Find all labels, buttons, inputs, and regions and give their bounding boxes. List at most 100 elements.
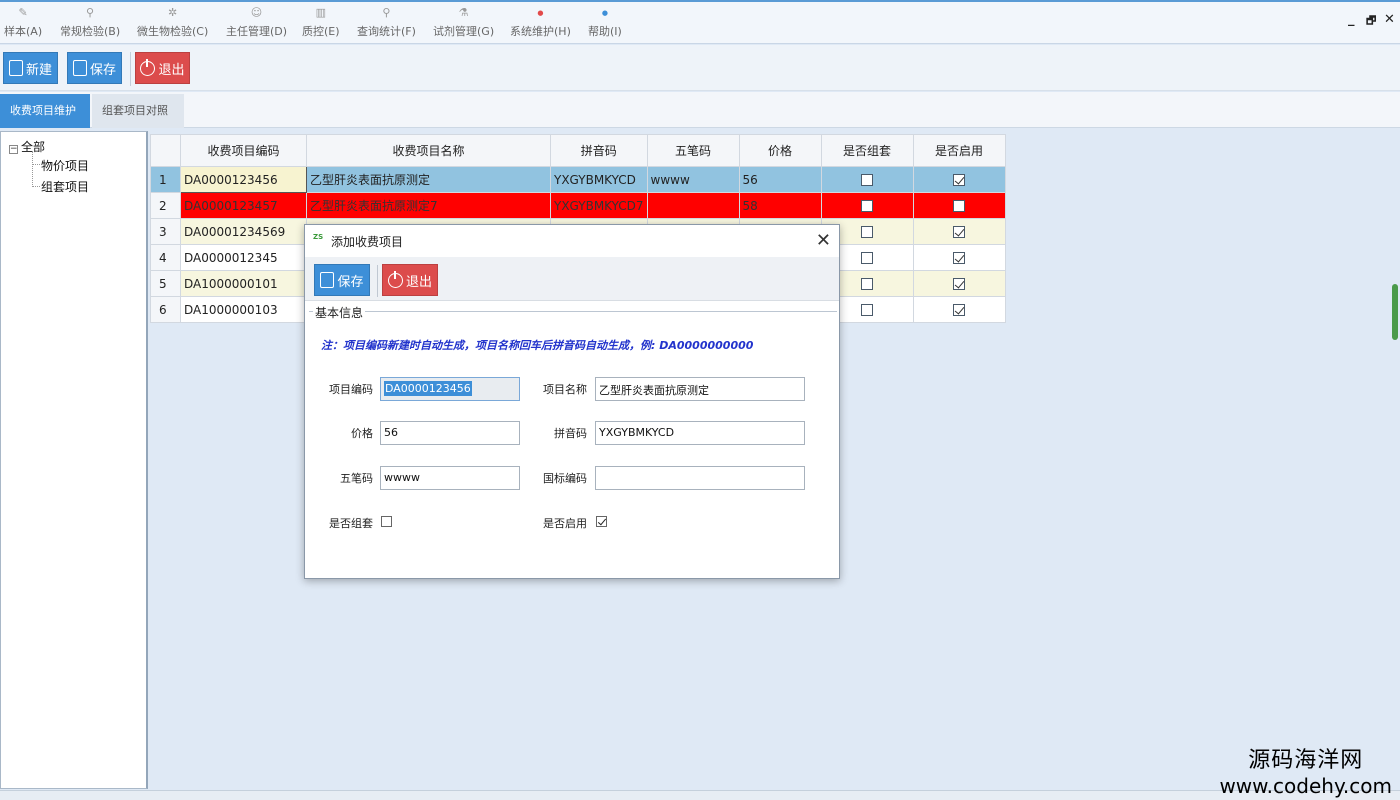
combo-checkbox[interactable] — [861, 278, 874, 290]
column-header[interactable]: 是否组套 — [820, 134, 914, 167]
dialog-exit-label: 退出 — [405, 274, 432, 290]
combo-cell — [820, 166, 914, 193]
tree-item-combo-items[interactable]: 组套项目 — [41, 178, 89, 195]
tree-connector — [32, 164, 40, 165]
combo-checkbox[interactable] — [861, 226, 874, 238]
dialog-exit-button[interactable]: 退出 — [382, 264, 438, 296]
watermark-line2: www.codehy.com — [1219, 774, 1392, 798]
code-cell[interactable]: DA1000000101 — [180, 270, 307, 297]
price-cell[interactable]: 56 — [738, 166, 822, 193]
pinyin-cell[interactable]: YXGYBMKYCD — [550, 166, 648, 193]
category-tree: − 全部 物价项目 组套项目 — [0, 131, 148, 789]
tree-connector — [32, 186, 40, 187]
add-charge-item-dialog: ZS 添加收费项目 ✕ 保存 退出 基本信息 注：项目编码新建时自动生成，项目名… — [304, 224, 840, 579]
code-cell[interactable]: DA00001234569 — [180, 218, 307, 245]
column-header[interactable]: 收费项目名称 — [306, 134, 551, 167]
menu-item-6[interactable]: ⚗ 试剂管理(G) — [433, 6, 494, 40]
tree-item-price-items[interactable]: 物价项目 — [41, 157, 89, 174]
collapse-icon[interactable]: − — [9, 145, 18, 154]
wubi-label: 五笔码 — [340, 472, 373, 485]
menu-item-4[interactable]: ▥ 质控(E) — [302, 6, 340, 40]
tab-combo-item-mapping[interactable]: 组套项目对照 — [92, 94, 184, 128]
enabled-checkbox[interactable] — [953, 200, 966, 212]
menu-item-1[interactable]: ⚲ 常规检验(B) — [60, 6, 120, 40]
group-title: 基本信息 — [313, 304, 366, 321]
price-cell[interactable]: 58 — [738, 192, 822, 219]
combo-checkbox[interactable] — [381, 516, 392, 527]
table-row[interactable]: 1 DA0000123456 乙型肝炎表面抗原测定 YXGYBMKYCD wwww 56 — [150, 166, 1006, 193]
menu-item-label: 质控(E) — [302, 25, 340, 38]
menu-item-8[interactable]: ● 帮助(I) — [588, 6, 622, 40]
code-cell[interactable]: DA1000000103 — [180, 296, 307, 323]
enabled-checkbox[interactable] — [953, 226, 966, 238]
name-field[interactable]: 乙型肝炎表面抗原测定 — [595, 377, 805, 401]
column-header[interactable]: 收费项目编码 — [180, 134, 307, 167]
tab-charge-item-maintenance[interactable]: 收费项目维护 — [0, 94, 90, 128]
enabled-cell — [912, 296, 1006, 323]
price-field[interactable]: 56 — [380, 421, 520, 445]
column-header[interactable]: 拼音码 — [550, 134, 648, 167]
scrollbar-thumb[interactable] — [1392, 284, 1398, 340]
name-cell[interactable]: 乙型肝炎表面抗原测定 — [306, 166, 551, 193]
combo-label: 是否组套 — [329, 517, 373, 530]
name-label: 项目名称 — [543, 383, 587, 396]
row-number: 1 — [150, 166, 181, 193]
tab-bar: 收费项目维护 组套项目对照 — [0, 92, 1400, 128]
app-logo-icon: ZS — [313, 233, 324, 241]
table-row[interactable]: 2 DA0000123457 乙型肝炎表面抗原测定7 YXGYBMKYCD7 58 — [150, 192, 1006, 219]
dialog-title: 添加收费项目 — [331, 235, 404, 249]
menu-item-label: 样本(A) — [4, 25, 43, 38]
enabled-checkbox[interactable] — [953, 304, 966, 316]
close-icon[interactable]: ✕ — [1384, 12, 1395, 27]
menu-item-5[interactable]: ⚲ 查询统计(F) — [357, 6, 416, 40]
minimize-icon[interactable]: _ — [1348, 12, 1355, 27]
enabled-checkbox[interactable] — [953, 174, 966, 186]
code-cell[interactable]: DA0000012345 — [180, 244, 307, 271]
save-button[interactable]: 保存 — [67, 52, 122, 84]
code-cell[interactable]: DA0000123456 — [180, 166, 307, 193]
enabled-checkbox[interactable] — [953, 278, 966, 290]
gb-code-label: 国标编码 — [543, 472, 587, 485]
exit-button[interactable]: 退出 — [135, 52, 190, 84]
price-label: 价格 — [351, 427, 373, 440]
row-number: 4 — [150, 244, 181, 271]
row-number: 5 — [150, 270, 181, 297]
enabled-checkbox[interactable] — [596, 516, 607, 527]
column-header[interactable]: 五笔码 — [646, 134, 740, 167]
combo-checkbox[interactable] — [861, 174, 874, 186]
menu-item-3[interactable]: ☺ 主任管理(D) — [226, 6, 287, 40]
wubi-cell[interactable] — [646, 192, 740, 219]
user-icon: ☺ — [250, 6, 263, 19]
menu-item-label: 主任管理(D) — [226, 25, 288, 38]
pinyin-cell[interactable]: YXGYBMKYCD7 — [550, 192, 648, 219]
column-header[interactable]: 是否启用 — [912, 134, 1006, 167]
row-number: 3 — [150, 218, 181, 245]
tree-root-label: 全部 — [21, 140, 46, 154]
combo-checkbox[interactable] — [861, 252, 874, 264]
pinyin-field[interactable]: YXGYBMKYCD — [595, 421, 805, 445]
enabled-checkbox[interactable] — [953, 252, 966, 264]
wubi-cell[interactable]: wwww — [646, 166, 740, 193]
name-cell[interactable]: 乙型肝炎表面抗原测定7 — [306, 192, 551, 219]
enabled-cell — [912, 244, 1006, 271]
code-cell[interactable]: DA0000123457 — [180, 192, 307, 219]
new-button[interactable]: 新建 — [3, 52, 58, 84]
pinyin-label: 拼音码 — [554, 427, 587, 440]
menu-item-2[interactable]: ✲ 微生物检验(C) — [137, 6, 208, 40]
menu-item-7[interactable]: ● 系统维护(H) — [510, 6, 571, 40]
combo-checkbox[interactable] — [861, 200, 874, 212]
column-header[interactable]: 价格 — [738, 134, 822, 167]
gb-code-field[interactable] — [595, 466, 805, 490]
gear-icon: ● — [537, 9, 544, 17]
tree-root[interactable]: − 全部 — [9, 138, 45, 155]
enabled-cell — [912, 270, 1006, 297]
main-toolbar — [0, 45, 1400, 91]
wubi-field[interactable]: wwww — [380, 466, 520, 490]
code-field[interactable]: DA0000123456 — [380, 377, 520, 401]
chart-icon: ▥ — [315, 6, 326, 19]
menu-item-0[interactable]: ✎ 样本(A) — [4, 6, 42, 40]
dialog-save-button[interactable]: 保存 — [314, 264, 370, 296]
dialog-close-icon[interactable]: ✕ — [816, 230, 831, 251]
restore-icon[interactable]: 🗗 — [1366, 12, 1376, 31]
combo-checkbox[interactable] — [861, 304, 874, 316]
